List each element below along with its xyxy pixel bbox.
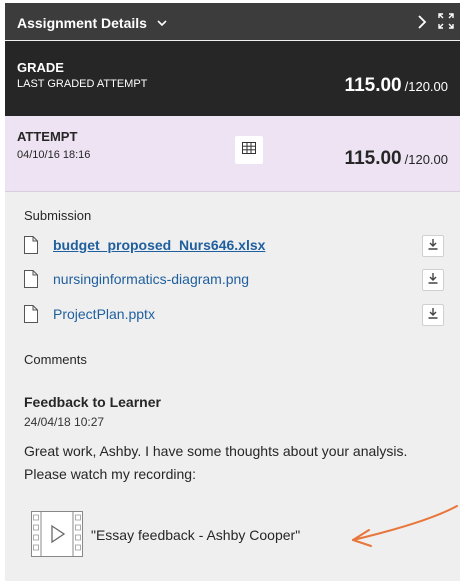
- attempt-score: 115.00/120.00: [345, 148, 448, 170]
- panel-title-dropdown[interactable]: Assignment Details: [17, 14, 167, 31]
- grade-score-max: /120.00: [404, 79, 448, 94]
- comments-label: Comments: [24, 352, 87, 367]
- grade-score-value: 115.00: [344, 75, 402, 96]
- download-button[interactable]: [422, 304, 444, 326]
- rubric-button[interactable]: [235, 136, 263, 164]
- file-link[interactable]: budget_proposed_Nurs646.xlsx: [53, 237, 265, 253]
- feedback-date: 24/04/18 10:27: [24, 415, 105, 429]
- attempt-score-value: 115.00: [344, 148, 402, 169]
- feedback-text: Great work, Ashby. I have some thoughts …: [24, 443, 408, 482]
- download-button[interactable]: [422, 235, 444, 257]
- feedback-title: Feedback to Learner: [24, 394, 161, 410]
- submission-file-row: ProjectPlan.pptx: [24, 304, 449, 328]
- submission-label: Submission: [24, 208, 92, 223]
- file-icon: [24, 236, 38, 254]
- recording-link[interactable]: "Essay feedback - Ashby Cooper": [91, 527, 300, 543]
- assignment-details-panel: Assignment Details GRADE LAST GRADED ATT…: [5, 3, 460, 581]
- attempt-date: 04/10/16 18:16: [17, 149, 91, 161]
- rubric-grid-icon: [242, 141, 256, 159]
- chevron-right-icon[interactable]: [415, 13, 429, 31]
- download-button[interactable]: [422, 269, 444, 291]
- expand-icon[interactable]: [438, 13, 454, 29]
- file-icon: [24, 305, 38, 323]
- grade-score: 115.00/120.00: [345, 75, 448, 97]
- download-icon: [427, 271, 439, 289]
- submission-file-row: nursinginformatics-diagram.png: [24, 269, 449, 293]
- attempt-score-max: /120.00: [404, 152, 448, 167]
- attempt-row[interactable]: ATTEMPT 04/10/16 18:16 115.00/120.00: [5, 116, 460, 192]
- panel-header: Assignment Details: [5, 3, 460, 40]
- submission-file-row: budget_proposed_Nurs646.xlsx: [24, 235, 449, 259]
- file-icon: [24, 270, 38, 288]
- chevron-down-icon: [157, 14, 167, 30]
- grade-subtitle: LAST GRADED ATTEMPT: [17, 78, 148, 90]
- grade-title: GRADE: [17, 60, 64, 75]
- orange-arrow-annotation: [345, 500, 460, 550]
- file-link[interactable]: nursinginformatics-diagram.png: [53, 271, 249, 287]
- download-icon: [427, 237, 439, 255]
- attempt-title: ATTEMPT: [17, 129, 78, 144]
- grade-row: GRADE LAST GRADED ATTEMPT 115.00/120.00: [5, 41, 460, 116]
- panel-title: Assignment Details: [17, 15, 147, 31]
- file-link[interactable]: ProjectPlan.pptx: [53, 306, 155, 322]
- download-icon: [427, 306, 439, 324]
- video-recording-icon[interactable]: [31, 511, 83, 557]
